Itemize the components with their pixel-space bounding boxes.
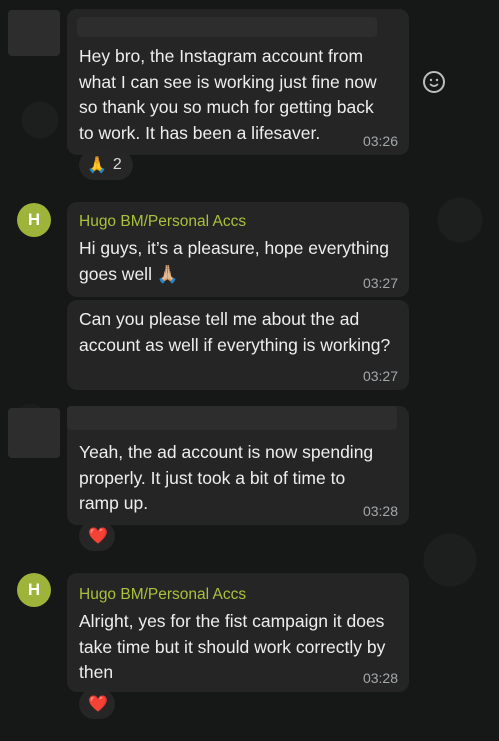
heart-reaction-icon: ❤️ [88,528,108,545]
reaction-pill-1[interactable]: 🙏 2 [79,150,133,180]
message-time: 03:26 [362,133,398,149]
sender-name-redacted [77,17,377,37]
message-text: Can you please tell me about the ad acco… [79,309,391,355]
message-bubble-4[interactable]: Yeah, the ad account is now spending pro… [67,406,409,525]
avatar-redacted [8,10,60,56]
message-bubble-3[interactable]: Can you please tell me about the ad acco… [67,300,409,390]
reaction-pill-4[interactable]: ❤️ [79,521,115,551]
emoji-smiley-icon[interactable] [423,71,445,93]
avatar-redacted [8,408,60,458]
avatar[interactable]: H [17,203,51,237]
message-time: 03:28 [362,670,398,686]
message-time: 03:27 [362,368,398,384]
reaction-count: 2 [112,156,122,173]
message-time: 03:28 [362,503,398,519]
message-text: Alright, yes for the fist campaign it do… [79,611,386,682]
heart-reaction-icon: ❤️ [88,696,108,713]
message-bubble-5[interactable]: Hugo BM/Personal Accs Alright, yes for t… [67,573,409,692]
message-bubble-1[interactable]: Hey bro, the Instagram account from what… [67,9,409,155]
message-bubble-2[interactable]: Hugo BM/Personal Accs Hi guys, it’s a pl… [67,202,409,297]
message-text: Hi guys, it’s a pleasure, hope everythin… [79,238,389,284]
pray-reaction-icon: 🙏 [87,157,107,174]
sender-name[interactable]: Hugo BM/Personal Accs [79,202,397,231]
avatar[interactable]: H [17,573,51,607]
message-time: 03:27 [362,275,398,291]
reaction-pill-5[interactable]: ❤️ [79,689,115,719]
sender-name[interactable]: Hugo BM/Personal Accs [79,573,397,604]
sender-name-redacted [67,406,397,430]
